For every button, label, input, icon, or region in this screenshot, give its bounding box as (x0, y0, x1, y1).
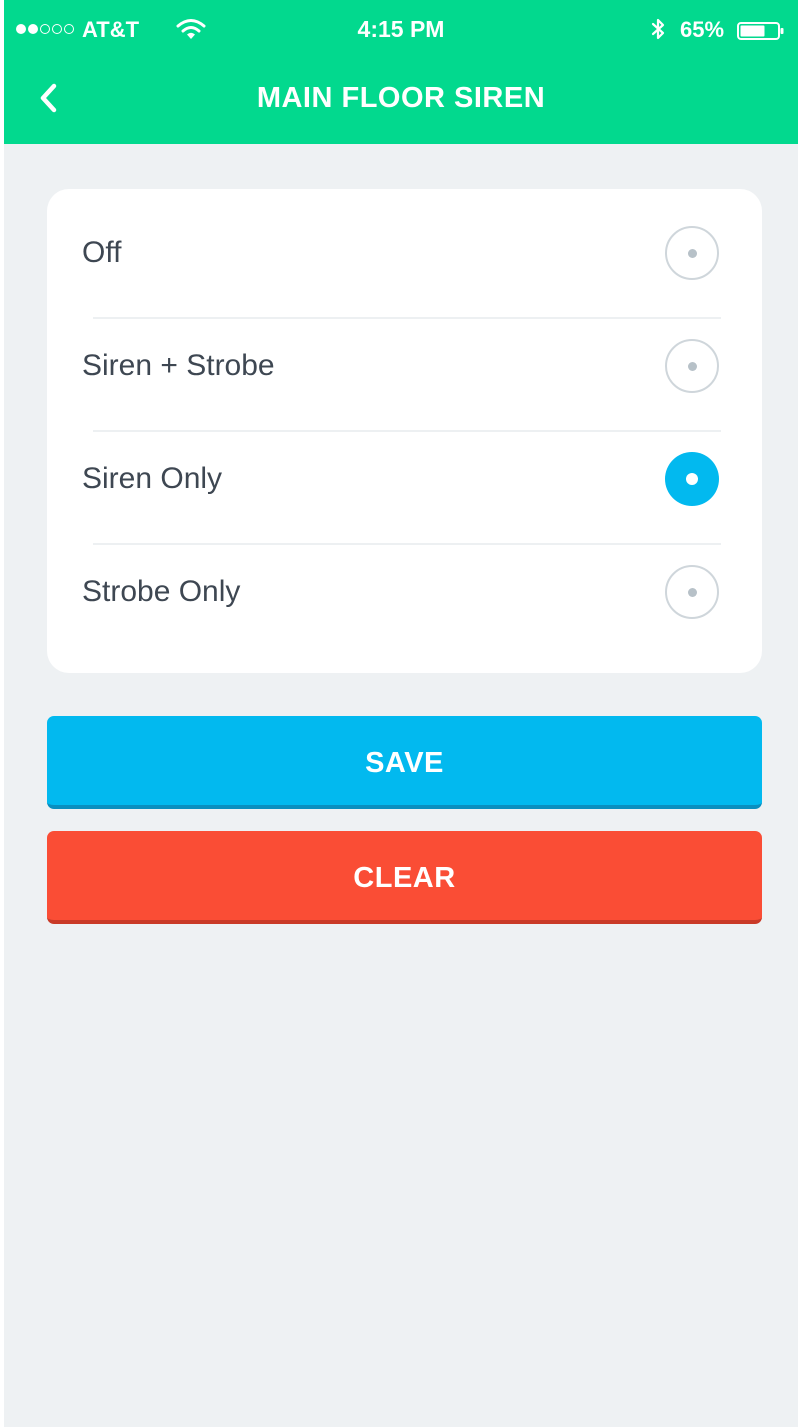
siren-settings-screen: AT&T 4:15 PM 65% MAIN FLOOR SIREN Off Si… (4, 0, 798, 1427)
battery-icon (737, 22, 784, 40)
clear-button[interactable]: CLEAR (47, 831, 762, 924)
option-off[interactable]: Off (47, 189, 762, 302)
radio-button-selected[interactable] (665, 452, 719, 506)
siren-mode-options: Off Siren + Strobe Siren Only Strobe Onl… (47, 189, 762, 673)
status-bar: AT&T 4:15 PM 65% (4, 0, 798, 60)
page-title: MAIN FLOOR SIREN (256, 82, 546, 114)
status-time: 4:15 PM (357, 16, 445, 42)
option-label: Strobe Only (82, 575, 241, 608)
radio-button-unselected[interactable] (665, 565, 719, 619)
top-bar: AT&T 4:15 PM 65% MAIN FLOOR SIREN (4, 0, 798, 144)
option-label: Siren Only (82, 462, 223, 495)
option-label: Off (82, 236, 122, 269)
save-button[interactable]: SAVE (47, 716, 762, 809)
option-siren-strobe[interactable]: Siren + Strobe (47, 302, 762, 415)
bluetooth-icon (651, 18, 665, 40)
option-label: Siren + Strobe (82, 349, 275, 382)
radio-button-unselected[interactable] (665, 339, 719, 393)
option-siren-only[interactable]: Siren Only (47, 415, 762, 528)
battery-percentage: 65% (680, 17, 725, 42)
option-strobe-only[interactable]: Strobe Only (47, 528, 762, 641)
radio-button-unselected[interactable] (665, 226, 719, 280)
